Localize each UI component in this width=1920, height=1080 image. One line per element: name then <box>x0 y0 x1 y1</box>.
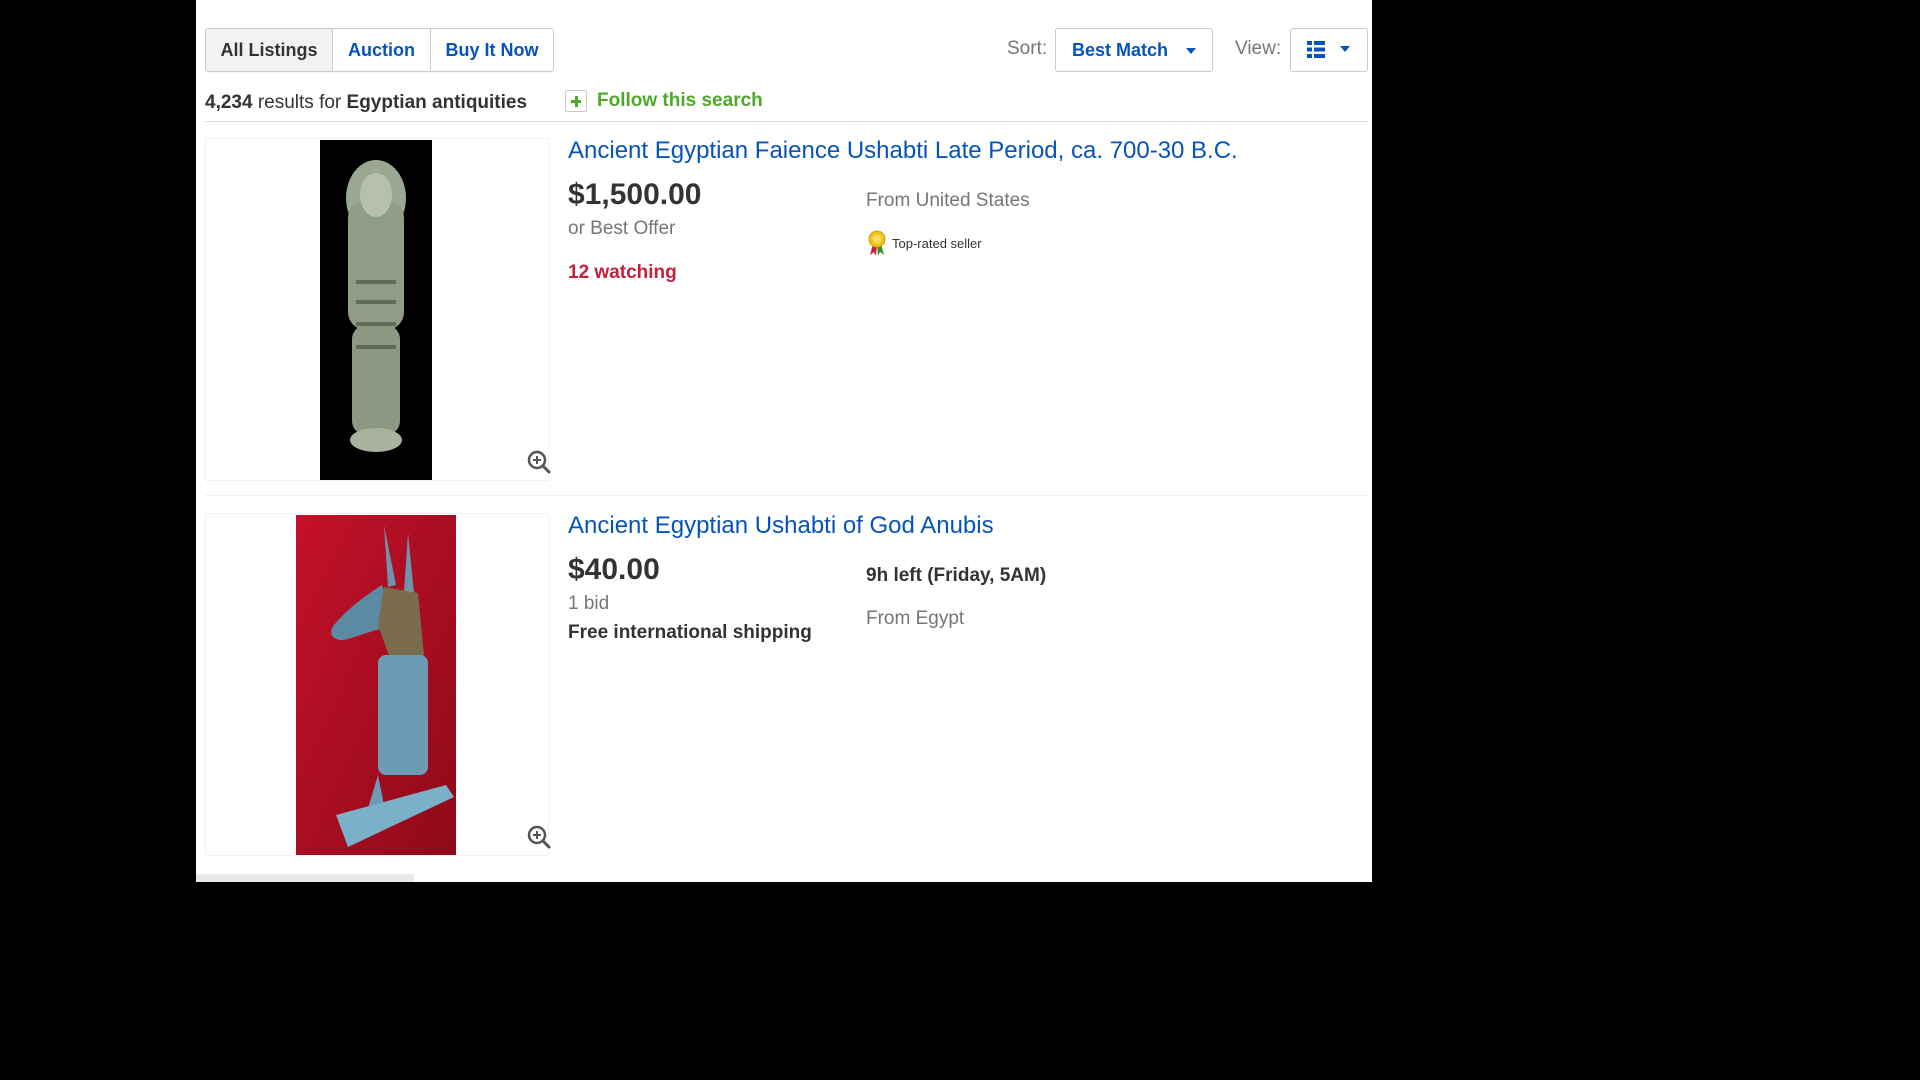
results-number: 4,234 <box>205 92 253 113</box>
item-price: $1,500.00 <box>568 178 702 211</box>
list-item: Ancient Egyptian Faience Ushabti Late Pe… <box>196 137 1372 496</box>
list-item: Ancient Egyptian Ushabti of God Anubis $… <box>196 512 1372 873</box>
view-label: View: <box>1235 38 1282 59</box>
item-watching: 12 watching <box>568 262 677 283</box>
item-image-frame[interactable] <box>205 138 552 481</box>
view-dropdown[interactable] <box>1290 28 1368 72</box>
item-price: $40.00 <box>568 553 660 586</box>
chevron-down-icon <box>1340 46 1350 52</box>
item-image[interactable] <box>320 140 432 480</box>
item-shipping: Free international shipping <box>568 622 812 643</box>
tab-buy-it-now[interactable]: Buy It Now <box>430 29 553 71</box>
item-location: From Egypt <box>866 608 965 629</box>
top-rated-seller-badge: Top-rated seller <box>866 230 982 256</box>
item-bids: 1 bid <box>568 593 610 614</box>
sort-value: Best Match <box>1072 39 1169 60</box>
item-title-link[interactable]: Ancient Egyptian Faience Ushabti Late Pe… <box>568 137 1238 165</box>
item-location: From United States <box>866 190 1030 211</box>
ribbon-icon <box>868 230 886 256</box>
listing-type-tabs: All Listings Auction Buy It Now <box>205 28 554 72</box>
tab-all-listings[interactable]: All Listings <box>206 29 332 71</box>
search-results-page: All Listings Auction Buy It Now Sort: Be… <box>196 0 1372 882</box>
follow-search-label: Follow this search <box>597 90 763 111</box>
plus-icon <box>565 90 587 112</box>
horizontal-scrollbar[interactable] <box>196 874 414 882</box>
tab-auction[interactable]: Auction <box>332 29 430 71</box>
item-image-frame[interactable] <box>205 513 552 856</box>
top-rated-seller-label: Top-rated seller <box>892 235 982 251</box>
item-image[interactable] <box>296 515 456 855</box>
zoom-icon[interactable] <box>526 824 552 850</box>
results-count: 4,234 results for Egyptian antiquities <box>205 92 527 114</box>
chevron-down-icon <box>1186 48 1196 54</box>
divider <box>205 121 1369 122</box>
divider <box>205 495 1369 496</box>
sort-dropdown[interactable]: Best Match <box>1055 28 1213 72</box>
results-for-text: results for <box>257 92 342 113</box>
zoom-icon[interactable] <box>526 449 552 475</box>
item-format: or Best Offer <box>568 218 676 239</box>
results-query: Egyptian antiquities <box>346 92 528 113</box>
list-view-icon <box>1307 41 1325 58</box>
sort-label: Sort: <box>1007 38 1048 59</box>
follow-search-button[interactable]: Follow this search <box>565 90 763 112</box>
item-time-left: 9h left (Friday, 5AM) <box>866 565 1047 586</box>
item-title-link[interactable]: Ancient Egyptian Ushabti of God Anubis <box>568 512 994 540</box>
